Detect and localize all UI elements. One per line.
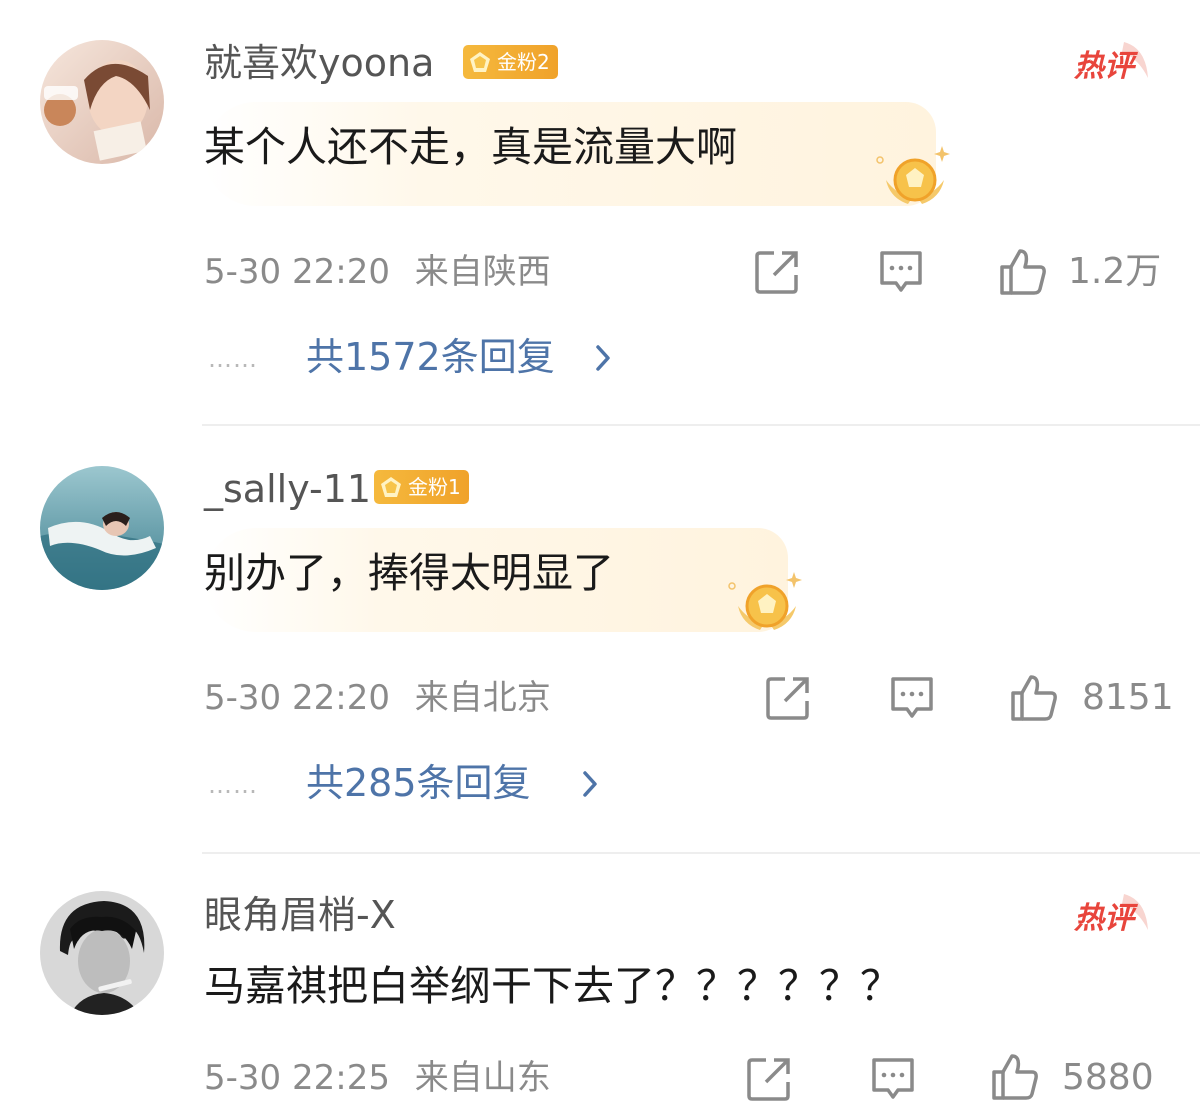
like-count: 5880 (1062, 1057, 1154, 1098)
hot-comment-icon: 热评 (1073, 894, 1148, 936)
like-icon[interactable] (990, 1052, 1040, 1102)
location: 来自山东 (414, 1058, 551, 1098)
comment-icon[interactable] (868, 1054, 918, 1104)
username[interactable]: 眼角眉梢-X (204, 892, 396, 938)
avatar[interactable] (40, 891, 164, 1015)
comment-text: 马嘉祺把白举纲干下去了？？？？？？ (204, 962, 901, 1010)
comment-item: 眼角眉梢-X 热评 马嘉祺把白举纲干下去了？？？？？？ 5-30 22:25 来… (0, 0, 1200, 1101)
comment-meta: 5-30 22:25 来自山东 (204, 1056, 551, 1100)
hot-label: 热评 (1073, 901, 1139, 936)
timestamp: 5-30 22:25 (204, 1058, 390, 1098)
share-icon[interactable] (744, 1054, 794, 1104)
